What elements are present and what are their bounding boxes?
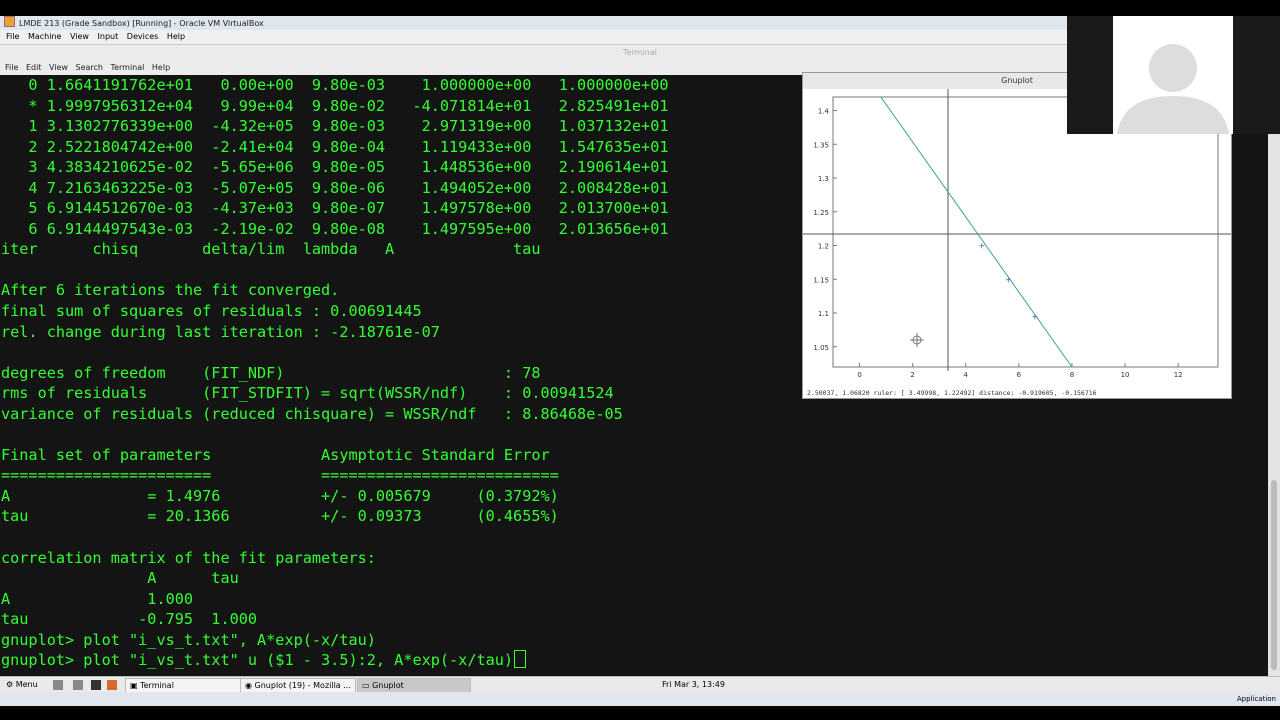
clock: Fri Mar 3, 13:49	[662, 680, 725, 689]
data-point: +	[978, 242, 985, 251]
firefox-icon[interactable]	[107, 680, 117, 690]
vbox-menu-devices[interactable]: Devices	[127, 32, 159, 41]
virtualbox-icon	[4, 16, 15, 27]
taskbar-item-mozilla[interactable]: ◉ Gnuplot (19) - Mozilla ...	[240, 678, 356, 693]
terminal-line: A = 1.4976 +/- 0.005679 (0.3792%)	[1, 486, 559, 505]
terminal-line: 5 6.9144512670e-03 -4.37e+03 9.80e-07 1.…	[1, 199, 669, 218]
terminal-line: rms of residuals (FIT_STDFIT) = sqrt(WSS…	[1, 384, 614, 403]
terminal-prompt-line: gnuplot> plot "i_vs_t.txt" u ($1 - 3.5):…	[1, 651, 514, 670]
data-point: +	[1005, 275, 1012, 284]
terminal-cursor	[514, 650, 527, 669]
term-menu-file[interactable]: File	[5, 63, 18, 72]
x-tick-label: 0	[857, 371, 861, 379]
virtualbox-title-bar: LMDE 213 (Grade Sandbox) [Running] - Ora…	[0, 16, 1067, 30]
terminal-line: After 6 iterations the fit converged.	[1, 281, 340, 300]
screen-bottom-bar	[0, 706, 1280, 720]
terminal-line: 0 1.6641191762e+01 0.00e+00 9.80e-03 1.0…	[1, 76, 669, 94]
vbox-menu-input[interactable]: Input	[98, 32, 119, 41]
files-icon[interactable]	[73, 680, 83, 690]
terminal-line: tau -0.795 1.000	[1, 610, 258, 629]
vbox-menu-machine[interactable]: Machine	[28, 32, 62, 41]
desktop-icon[interactable]	[53, 680, 63, 690]
x-tick-label: 4	[964, 371, 969, 379]
y-tick-label: 1.25	[813, 209, 829, 217]
terminal-line: degrees of freedom (FIT_NDF) : 78	[1, 363, 541, 382]
screen-top-bar	[0, 0, 1280, 16]
terminal-line: 4 7.2163463225e-03 -5.07e+05 9.80e-06 1.…	[1, 178, 669, 197]
terminal-scrollbar[interactable]	[1268, 75, 1280, 676]
host-key-label: Application	[1236, 695, 1276, 703]
terminal-line: variance of residuals (reduced chisquare…	[1, 404, 623, 423]
scrollbar-thumb[interactable]	[1271, 480, 1277, 670]
x-tick-label: 2	[910, 371, 914, 379]
avatar-frame	[1113, 16, 1233, 134]
data-point: +	[1031, 312, 1038, 321]
x-tick-label: 10	[1121, 371, 1130, 379]
terminal-line: rel. change during last iteration : -2.1…	[1, 322, 440, 341]
term-menu-help[interactable]: Help	[152, 63, 170, 72]
terminal-line: 3 4.3834210625e-02 -5.65e+06 9.80e-05 1.…	[1, 158, 669, 177]
taskbar: ⚙ Menu ▣ Terminal ◉ Gnuplot (19) - Mozil…	[0, 676, 1280, 693]
plot-border	[832, 96, 1219, 368]
terminal-title: Terminal	[623, 48, 657, 57]
terminal-line: final sum of squares of residuals : 0.00…	[1, 302, 422, 321]
gnuplot-statusbar: 2.50037, 1.06820 ruler: [ 3.49998, 1.224…	[807, 389, 1097, 397]
x-tick-label: 6	[1017, 371, 1022, 379]
terminal-line: tau = 20.1366 +/- 0.09373 (0.4655%)	[1, 507, 559, 526]
virtualbox-statusbar: Application	[0, 692, 1280, 706]
terminal-line: A 1.000	[1, 589, 194, 608]
terminal-line: A tau	[1, 569, 239, 588]
terminal-line: correlation matrix of the fit parameters…	[1, 548, 376, 567]
webcam-overlay	[1067, 16, 1280, 134]
term-menu-edit[interactable]: Edit	[26, 63, 42, 72]
term-menu-search[interactable]: Search	[76, 63, 103, 72]
term-menu-terminal[interactable]: Terminal	[111, 63, 145, 72]
y-tick-label: 1.15	[813, 276, 829, 284]
terminal-line: * 1.9997956312e+04 9.99e+04 9.80e-02 -4.…	[1, 96, 669, 115]
terminal-launcher-icon[interactable]	[91, 680, 101, 690]
terminal-line: ======================= ================…	[1, 466, 559, 485]
x-tick-label: 12	[1174, 371, 1183, 379]
vbox-menu-file[interactable]: File	[6, 32, 19, 41]
terminal-line: 2 2.5221804742e+00 -2.41e+04 9.80e-04 1.…	[1, 137, 669, 156]
y-tick-label: 1.4	[818, 108, 830, 116]
taskbar-item-terminal[interactable]: ▣ Terminal	[125, 678, 241, 693]
virtualbox-menubar: File Machine View Input Devices Help	[0, 30, 1067, 45]
terminal-line: iter chisq delta/lim lambda A tau	[1, 240, 541, 259]
x-tick-label: 8	[1070, 371, 1074, 379]
term-menu-view[interactable]: View	[49, 63, 68, 72]
y-tick-label: 1.2	[818, 243, 829, 251]
gnuplot-title: Gnuplot	[1001, 76, 1033, 85]
terminal-line: gnuplot> plot "i_vs_t.txt", A*exp(-x/tau…	[1, 630, 376, 649]
vbox-menu-help[interactable]: Help	[167, 32, 185, 41]
window-title: LMDE 213 (Grade Sandbox) [Running] - Ora…	[19, 19, 264, 28]
start-menu-button[interactable]: ⚙ Menu	[2, 678, 46, 691]
taskbar-item-gnuplot[interactable]: ▭ Gnuplot	[357, 678, 471, 693]
y-tick-label: 1.3	[818, 175, 829, 183]
terminal-line: Final set of parameters Asymptotic Stand…	[1, 445, 550, 464]
terminal-line: 6 6.9144497543e-03 -2.19e-02 9.80e-08 1.…	[1, 219, 669, 238]
y-tick-label: 1.05	[813, 344, 829, 352]
y-tick-label: 1.1	[818, 310, 829, 318]
y-tick-label: 1.35	[813, 141, 829, 149]
terminal-line: 1 3.1302776339e+00 -4.32e+05 9.80e-03 2.…	[1, 117, 669, 136]
vbox-menu-view[interactable]: View	[70, 32, 89, 41]
person-avatar-icon	[1117, 44, 1229, 134]
